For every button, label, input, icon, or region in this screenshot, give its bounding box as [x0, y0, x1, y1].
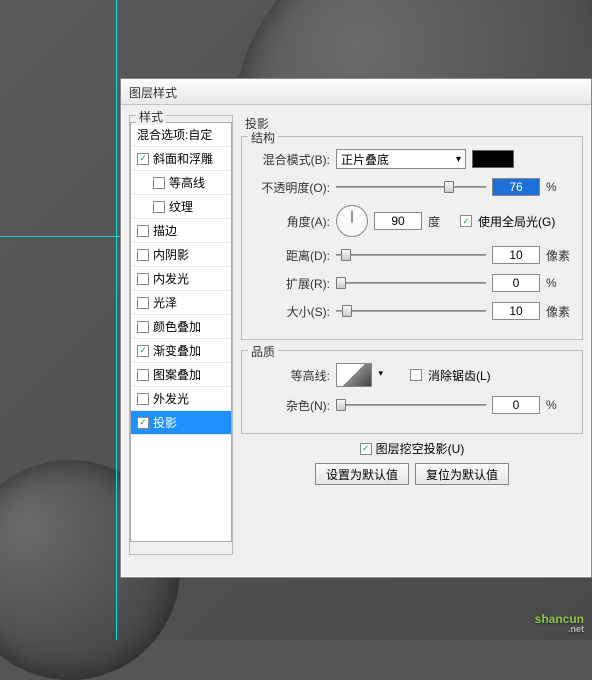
- angle-input[interactable]: 90: [374, 212, 422, 230]
- blend-options-item[interactable]: 混合选项:自定: [131, 123, 231, 147]
- styles-groupbox: 样式 混合选项:自定 斜面和浮雕 等高线 纹理: [129, 115, 233, 555]
- dialog-titlebar[interactable]: 图层样式: [121, 79, 591, 105]
- style-item-stroke[interactable]: 描边: [131, 219, 231, 243]
- distance-input[interactable]: 10: [492, 246, 540, 264]
- style-item-contour[interactable]: 等高线: [131, 171, 231, 195]
- contour-label: 等高线:: [252, 367, 330, 384]
- guide-vertical: [116, 0, 117, 640]
- size-label: 大小(S):: [252, 303, 330, 320]
- style-item-inner-glow[interactable]: 内发光: [131, 267, 231, 291]
- style-item-label: 描边: [153, 222, 177, 239]
- style-item-label: 等高线: [169, 174, 205, 191]
- blend-mode-select[interactable]: 正片叠底: [336, 149, 466, 169]
- angle-label: 角度(A):: [252, 213, 330, 230]
- spread-slider[interactable]: [336, 275, 486, 291]
- antialias-label: 消除锯齿(L): [428, 367, 491, 384]
- size-slider[interactable]: [336, 303, 486, 319]
- style-item-label: 光泽: [153, 294, 177, 311]
- style-item-label: 内发光: [153, 270, 189, 287]
- dialog-title: 图层样式: [129, 86, 177, 100]
- quality-groupbox: 品质 等高线: 消除锯齿(L) 杂色(N): 0 %: [241, 350, 583, 434]
- spread-input[interactable]: 0: [492, 274, 540, 292]
- checkbox-icon[interactable]: [137, 321, 149, 333]
- style-item-color-overlay[interactable]: 颜色叠加: [131, 315, 231, 339]
- style-item-bevel[interactable]: 斜面和浮雕: [131, 147, 231, 171]
- checkbox-icon[interactable]: [137, 417, 149, 429]
- distance-slider[interactable]: [336, 247, 486, 263]
- spread-label: 扩展(R):: [252, 275, 330, 292]
- size-unit: 像素: [546, 303, 572, 320]
- size-input[interactable]: 10: [492, 302, 540, 320]
- checkbox-icon[interactable]: [137, 345, 149, 357]
- style-item-label: 投影: [153, 414, 177, 431]
- style-item-gradient-overlay[interactable]: 渐变叠加: [131, 339, 231, 363]
- angle-unit: 度: [428, 213, 454, 230]
- opacity-label: 不透明度(O):: [252, 179, 330, 196]
- style-item-label: 内阴影: [153, 246, 189, 263]
- style-item-drop-shadow[interactable]: 投影: [131, 411, 231, 435]
- checkbox-icon[interactable]: [137, 369, 149, 381]
- checkbox-icon[interactable]: [153, 177, 165, 189]
- section-title: 投影: [245, 115, 583, 132]
- noise-slider[interactable]: [336, 397, 486, 413]
- blend-options-label: 混合选项:自定: [137, 126, 212, 143]
- style-item-inner-shadow[interactable]: 内阴影: [131, 243, 231, 267]
- structure-groupbox: 结构 混合模式(B): 正片叠底 不透明度(O): 76 %: [241, 136, 583, 340]
- blend-mode-label: 混合模式(B):: [252, 151, 330, 168]
- style-item-label: 颜色叠加: [153, 318, 201, 335]
- global-light-checkbox[interactable]: [460, 215, 472, 227]
- global-light-label: 使用全局光(G): [478, 213, 555, 230]
- styles-list: 混合选项:自定 斜面和浮雕 等高线 纹理: [130, 122, 232, 542]
- checkbox-icon[interactable]: [153, 201, 165, 213]
- layer-style-dialog: 图层样式 样式 混合选项:自定 斜面和浮雕 等高线: [120, 78, 592, 578]
- quality-title: 品质: [248, 343, 278, 360]
- opacity-slider[interactable]: [336, 179, 486, 195]
- knockout-checkbox[interactable]: [360, 443, 372, 455]
- style-item-label: 外发光: [153, 390, 189, 407]
- watermark: shancun .net: [535, 610, 584, 634]
- opacity-input[interactable]: 76: [492, 178, 540, 196]
- opacity-unit: %: [546, 180, 572, 194]
- style-item-label: 渐变叠加: [153, 342, 201, 359]
- noise-unit: %: [546, 398, 572, 412]
- noise-label: 杂色(N):: [252, 397, 330, 414]
- angle-dial[interactable]: [336, 205, 368, 237]
- reset-default-button[interactable]: 复位为默认值: [415, 463, 509, 485]
- style-item-label: 纹理: [169, 198, 193, 215]
- style-item-pattern-overlay[interactable]: 图案叠加: [131, 363, 231, 387]
- style-item-satin[interactable]: 光泽: [131, 291, 231, 315]
- checkbox-icon[interactable]: [137, 153, 149, 165]
- distance-unit: 像素: [546, 247, 572, 264]
- knockout-label: 图层挖空投影(U): [376, 440, 465, 457]
- structure-title: 结构: [248, 129, 278, 146]
- contour-picker[interactable]: [336, 363, 372, 387]
- shadow-color-swatch[interactable]: [472, 150, 514, 168]
- checkbox-icon[interactable]: [137, 249, 149, 261]
- checkbox-icon[interactable]: [137, 273, 149, 285]
- styles-groupbox-title: 样式: [136, 108, 166, 125]
- checkbox-icon[interactable]: [137, 297, 149, 309]
- distance-label: 距离(D):: [252, 247, 330, 264]
- set-default-button[interactable]: 设置为默认值: [315, 463, 409, 485]
- blend-mode-value: 正片叠底: [341, 151, 389, 168]
- style-item-texture[interactable]: 纹理: [131, 195, 231, 219]
- style-item-label: 图案叠加: [153, 366, 201, 383]
- style-item-outer-glow[interactable]: 外发光: [131, 387, 231, 411]
- antialias-checkbox[interactable]: [410, 369, 422, 381]
- spread-unit: %: [546, 276, 572, 290]
- checkbox-icon[interactable]: [137, 393, 149, 405]
- style-item-label: 斜面和浮雕: [153, 150, 213, 167]
- checkbox-icon[interactable]: [137, 225, 149, 237]
- noise-input[interactable]: 0: [492, 396, 540, 414]
